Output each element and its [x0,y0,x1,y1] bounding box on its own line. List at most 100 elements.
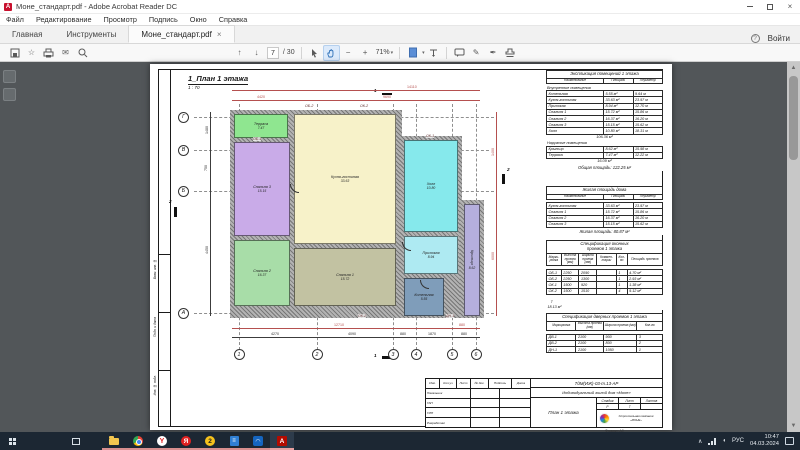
clock[interactable]: 10:4704.03.2024 [750,434,779,448]
tray-chevron-icon[interactable]: ∧ [698,438,702,445]
section-label: 2 [169,199,172,204]
table-row: Холл10.80 м²18.31 м [547,128,662,133]
section-mark [174,207,177,217]
scrollbar-thumb[interactable] [789,76,798,160]
scroll-up-icon[interactable]: ▲ [787,62,800,74]
window-spec-table: Спецификация оконныхпроемов 1 этажа Марк… [546,240,663,310]
yandex-icon[interactable]: Я [174,432,198,450]
axis-bubble: 6 [471,349,482,360]
chrome-icon[interactable] [126,432,150,450]
zoom-in-icon[interactable]: + [357,45,374,61]
dimension-label: 4420 [256,95,266,99]
sign-in-button[interactable]: Войти [768,34,790,43]
task-view-button[interactable] [64,432,88,450]
axis-bubble: Г [178,112,189,123]
previous-page-icon[interactable]: ↑ [231,45,248,61]
dimension-line [496,112,497,316]
sign-icon[interactable]: ✒ [485,45,502,61]
room-bedroom1: Спальня 115.72 [294,248,396,306]
bookmarks-panel-icon[interactable] [3,88,16,101]
tab-tools[interactable]: Инструменты [54,25,128,43]
axis-bubble: 4 [411,349,422,360]
interior-rooms-rows: Котельная5.55 м²9.64 м Кухня-гостиная33.… [546,90,663,134]
2gis-icon[interactable]: 2 [198,432,222,450]
page-number-input[interactable]: 7 [267,47,279,59]
table-row: ДН-1210010501 [547,347,662,352]
acrobat-taskbar-icon[interactable]: A [270,432,294,450]
help-icon[interactable]: ? [751,34,760,43]
stamp-icon[interactable] [502,45,519,61]
print-icon[interactable] [40,45,57,61]
dimension-label: 4270 [270,332,280,336]
pdf-page[interactable]: Взам. инв. № Подп. и дата Инв. № подл. Ф… [150,64,672,430]
star-icon[interactable]: ☆ [23,45,40,61]
volume-icon[interactable]: ◖ [722,438,726,444]
language-indicator[interactable]: РУС [732,438,744,444]
next-page-icon[interactable]: ↓ [248,45,265,61]
search-icon[interactable] [74,45,91,61]
section-mark [502,174,505,184]
axis-bubble: А [178,308,189,319]
hand-tool-icon[interactable] [323,45,340,61]
dimension-line [232,337,480,338]
file-explorer-icon[interactable] [102,432,126,450]
scroll-down-icon[interactable]: ▼ [787,420,800,432]
company-logo [599,413,610,424]
frame-side-label: Инв. № подл. [153,375,157,395]
select-tool-icon[interactable] [306,45,323,61]
save-icon[interactable] [6,45,23,61]
frame-side-label: Подп. и дата [153,317,157,337]
minimize-button[interactable] [740,0,760,14]
design-app-icon[interactable]: ◠ [246,432,270,450]
door-spec-table: Спецификация дверных проемов 1 этажа Мар… [546,313,663,353]
zoom-out-icon[interactable]: − [340,45,357,61]
comment-icon[interactable] [451,45,468,61]
acrobat-app-icon: A [4,3,12,11]
dimension-label: 880 [460,332,468,336]
email-icon[interactable]: ✉ [57,45,74,61]
yandex-browser-icon[interactable]: Y [150,432,174,450]
room-bedroom3: Спальня 315.15 [234,142,290,236]
frame-side-label: Взам. инв. № [153,259,157,279]
dimension-label: 9690 [382,95,392,99]
menu-window[interactable]: Окно [190,15,207,24]
calculator-icon[interactable]: ≡ [222,432,246,450]
menu-sign[interactable]: Подпись [149,15,178,24]
project-name: Индивидуальный жилой дом «Моне» [531,388,662,398]
network-icon[interactable] [708,438,716,445]
menu-view[interactable]: Просмотр [104,15,137,24]
menu-file[interactable]: Файл [6,15,24,24]
tab-document[interactable]: Моне_стандарт.pdf × [128,25,234,43]
maximize-button[interactable] [760,0,780,14]
scroll-mode-icon[interactable] [425,45,442,61]
opening-label: ОК-1 [426,134,434,138]
zoom-level-select[interactable]: 71%▾ [376,49,394,56]
menu-help[interactable]: Справка [219,15,248,24]
notification-center-icon[interactable] [785,437,794,445]
dimension-label: 4090 [347,332,357,336]
room-kitchen-living: Кухня-гостиная33.63 [294,114,396,244]
room-entry-hall: Прихожая8.94 [404,236,458,274]
company-name: Строительная компания«МОНЕ» [612,415,660,421]
sheet-title: План 1 этажа [531,398,597,427]
plan-title: 1_План 1 этажа 1 : 70 [188,74,248,90]
chevron-down-icon: ▾ [391,50,394,56]
axis-bubble: Б [178,186,189,197]
close-button[interactable]: × [780,0,800,14]
axis-bubble: 1 [234,349,245,360]
room-terrace: Терраса7.47 [234,114,288,138]
tab-close-icon[interactable]: × [217,30,222,39]
tab-home[interactable]: Главная [0,25,54,43]
page-fit-icon[interactable] [404,45,421,61]
pencil-icon[interactable]: ✎ [468,45,485,61]
room-bedroom2: Спальня 216.37 [234,240,290,306]
axis-bubble: 2 [312,349,323,360]
dimension-label: 1870 [427,332,437,336]
opening-label: ОК-2 [358,314,366,318]
window-rows: ОБ-122502090 14.70 м² ОБ-222501300 12.93… [546,269,663,295]
table-row: Спальня 315.15 м²15.62 м [547,222,662,227]
thumbnails-panel-icon[interactable] [3,70,16,83]
opening-label: ОБ-2 [305,104,313,108]
start-button[interactable] [0,432,24,450]
menu-edit[interactable]: Редактирование [36,15,92,24]
